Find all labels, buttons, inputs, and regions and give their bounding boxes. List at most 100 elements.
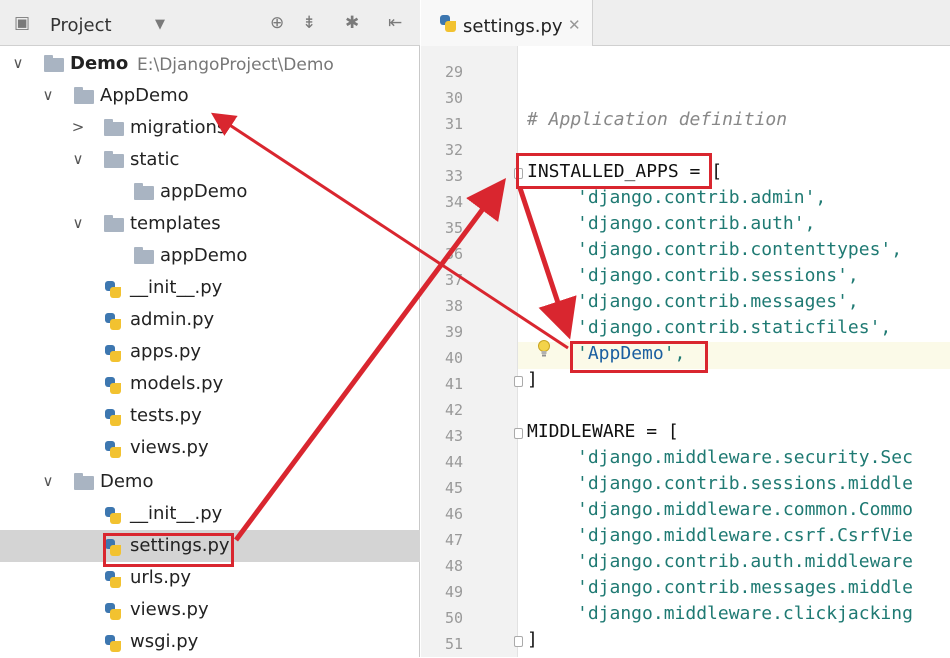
project-path: E:\DjangoProject\Demo: [137, 55, 334, 75]
code-string: 'django.contrib.auth.middleware: [577, 551, 913, 572]
folder-icon: [104, 215, 124, 232]
tab-settings-py[interactable]: settings.py ✕: [421, 0, 593, 46]
code-string: 'django.contrib.auth',: [577, 213, 816, 234]
code-string: 'django.contrib.contenttypes',: [577, 239, 903, 260]
tree-item-file[interactable]: models.py: [0, 368, 420, 400]
project-view-title[interactable]: Project: [50, 15, 112, 36]
line-number: 42: [444, 401, 463, 419]
folder-icon: [104, 119, 124, 136]
code-string: 'django.contrib.sessions.middle: [577, 473, 913, 494]
code-string: 'django.contrib.staticfiles',: [577, 317, 892, 338]
python-file-icon: [104, 570, 122, 589]
tree-item-label: templates: [130, 213, 221, 234]
tree-item-label: tests.py: [130, 405, 202, 426]
line-number: 32: [444, 141, 463, 159]
tree-item-label: Demo: [100, 471, 154, 492]
tree-item-label: wsgi.py: [130, 631, 199, 652]
folder-icon: [104, 151, 124, 168]
tree-item-label: views.py: [130, 599, 209, 620]
project-panel-header: ▣ Project ▼ ⊕ ⇟ ✱ ⇤: [0, 0, 420, 46]
gear-icon[interactable]: ✱: [345, 13, 359, 33]
collapse-all-icon[interactable]: ⇟: [302, 13, 316, 33]
line-number: 35: [444, 219, 463, 237]
folder-icon: [74, 87, 94, 104]
tree-item-demo-root[interactable]: ∨ Demo E:\DjangoProject\Demo: [0, 48, 420, 80]
tree-item-static[interactable]: ∨ static: [0, 144, 420, 176]
lightbulb-icon[interactable]: [537, 340, 551, 358]
tree-item-demo-package[interactable]: ∨ Demo: [0, 466, 420, 498]
tree-item-file[interactable]: tests.py: [0, 400, 420, 432]
python-file-icon: [104, 312, 122, 331]
code-string: 'django.contrib.messages.middle: [577, 577, 913, 598]
line-number: 49: [444, 583, 463, 601]
line-number: 30: [444, 89, 463, 107]
chevron-down-icon[interactable]: ∨: [40, 472, 56, 490]
code-string: 'django.middleware.clickjacking: [577, 603, 913, 624]
chevron-down-icon[interactable]: ∨: [70, 150, 86, 168]
folder-icon: [74, 473, 94, 490]
line-number: 47: [444, 531, 463, 549]
tab-label: settings.py: [463, 16, 563, 37]
tree-item-templates[interactable]: ∨ templates: [0, 208, 420, 240]
view-dropdown-icon[interactable]: ▼: [155, 17, 165, 32]
tree-item-label: views.py: [130, 437, 209, 458]
line-number: 36: [444, 245, 463, 263]
tree-item-label: __init__.py: [130, 503, 223, 524]
hide-panel-icon[interactable]: ⇤: [388, 13, 402, 33]
editor-panel: settings.py ✕ 29 30 31 32 33 34 35 36 37…: [421, 0, 950, 657]
line-number: 37: [444, 271, 463, 289]
tree-item-label: admin.py: [130, 309, 215, 330]
tree-item-label: __init__.py: [130, 277, 223, 298]
python-file-icon: [104, 506, 122, 525]
tree-item-label: static: [130, 149, 180, 170]
project-view-icon[interactable]: ▣: [14, 13, 30, 33]
sync-target-icon[interactable]: ⊕: [270, 13, 284, 33]
tree-item-file[interactable]: apps.py: [0, 336, 420, 368]
tree-item-file[interactable]: __init__.py: [0, 498, 420, 530]
line-number: 45: [444, 479, 463, 497]
close-icon[interactable]: ✕: [568, 16, 581, 34]
folder-icon: [134, 247, 154, 264]
line-number: 48: [444, 557, 463, 575]
chevron-down-icon[interactable]: ∨: [70, 214, 86, 232]
code-string: 'django.middleware.csrf.CsrfVie: [577, 525, 913, 546]
tree-item-label: urls.py: [130, 567, 191, 588]
code-string: 'django.middleware.common.Commo: [577, 499, 913, 520]
tree-item-templates-appdemo[interactable]: appDemo: [0, 240, 420, 272]
tree-item-file[interactable]: wsgi.py: [0, 626, 420, 658]
line-number: 29: [444, 63, 463, 81]
python-file-icon: [104, 376, 122, 395]
tree-item-file[interactable]: admin.py: [0, 304, 420, 336]
tree-item-label: migrations: [130, 117, 227, 138]
folder-icon: [134, 183, 154, 200]
code-string: 'django.contrib.sessions',: [577, 265, 859, 286]
tree-item-appdemo[interactable]: ∨ AppDemo: [0, 80, 420, 112]
line-number: 46: [444, 505, 463, 523]
python-file-icon: [104, 280, 122, 299]
tree-item-static-appdemo[interactable]: appDemo: [0, 176, 420, 208]
chevron-right-icon[interactable]: >: [70, 118, 86, 136]
python-file-icon: [104, 634, 122, 653]
code-string: 'django.middleware.security.Sec: [577, 447, 913, 468]
annotation-box-installed-apps: [516, 153, 712, 189]
tree-item-file[interactable]: views.py: [0, 594, 420, 626]
tree-item-label: Demo: [70, 53, 129, 74]
line-number: 38: [444, 297, 463, 315]
python-file-icon: [439, 14, 457, 33]
tree-item-file[interactable]: __init__.py: [0, 272, 420, 304]
line-number-gutter: 29 30 31 32 33 34 35 36 37 38 39 40 41 4…: [421, 46, 518, 657]
tree-item-migrations[interactable]: > migrations: [0, 112, 420, 144]
line-number: 41: [444, 375, 463, 393]
code-token: ]: [527, 629, 538, 650]
line-number: 34: [444, 193, 463, 211]
annotation-box-settings-file: [103, 533, 234, 567]
code-line-43: MIDDLEWARE = [: [527, 421, 679, 442]
tree-item-label: AppDemo: [100, 85, 189, 106]
chevron-down-icon[interactable]: ∨: [10, 54, 26, 72]
folder-icon: [44, 55, 64, 72]
line-number: 39: [444, 323, 463, 341]
line-number: 40: [444, 349, 463, 367]
code-string: 'django.contrib.messages',: [577, 291, 859, 312]
tree-item-file[interactable]: views.py: [0, 432, 420, 464]
chevron-down-icon[interactable]: ∨: [40, 86, 56, 104]
